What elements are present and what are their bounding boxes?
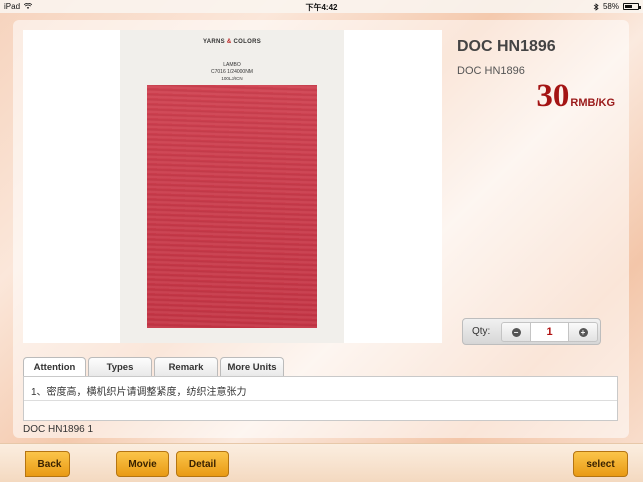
product-price: 30 RMB/KG	[536, 78, 615, 115]
tab-more-units[interactable]: More Units	[220, 357, 284, 376]
product-subtitle: DOC HN1896	[457, 65, 525, 77]
movie-button[interactable]: Movie	[116, 451, 169, 477]
card-line-2: C7016 1/24000NM	[211, 69, 253, 75]
minus-icon: −	[511, 327, 521, 337]
card-line-3: 100LJ/ICN	[221, 76, 243, 81]
detail-button[interactable]: Detail	[176, 451, 229, 477]
info-tabs: Attention Types Remark More Units	[23, 357, 284, 376]
card-brand: YARNS & COLORS	[203, 39, 261, 45]
bottom-toolbar: Back Movie Detail select	[0, 443, 643, 482]
product-title: DOC HN1896	[457, 38, 556, 55]
battery-icon	[623, 3, 641, 10]
price-value: 30	[536, 78, 570, 114]
status-bar: iPad 下午4:42 58%	[0, 0, 643, 13]
card-line-1: LAMBO	[223, 62, 241, 68]
attention-text: 1、密度高，横机织片请调整紧度，纺织注意张力	[31, 387, 247, 398]
bluetooth-icon	[593, 2, 599, 11]
select-button[interactable]: select	[573, 451, 628, 477]
battery-percent: 58%	[602, 2, 619, 11]
decrement-button[interactable]: −	[501, 322, 531, 342]
quantity-field[interactable]: 1	[531, 322, 568, 342]
quantity-label: Qty:	[472, 326, 491, 337]
product-code-note: DOC HN1896 1	[23, 424, 94, 435]
increment-button[interactable]: +	[568, 322, 598, 342]
tab-attention[interactable]: Attention	[23, 357, 86, 376]
yarn-swatch	[147, 85, 317, 328]
plus-icon: +	[578, 327, 588, 337]
back-button[interactable]: Back	[25, 451, 70, 477]
product-image: YARNS & COLORS LAMBO C7016 1/24000NM 100…	[23, 30, 442, 343]
tab-types[interactable]: Types	[88, 357, 152, 376]
tab-remark[interactable]: Remark	[154, 357, 218, 376]
tab-content-panel: 1、密度高，横机织片请调整紧度，纺织注意张力	[23, 376, 618, 421]
price-unit: RMB/KG	[570, 97, 615, 109]
content-divider	[24, 400, 617, 401]
status-time: 下午4:42	[305, 3, 338, 12]
quantity-stepper: Qty: − 1 +	[462, 318, 601, 345]
sample-card: YARNS & COLORS LAMBO C7016 1/24000NM 100…	[120, 30, 344, 343]
